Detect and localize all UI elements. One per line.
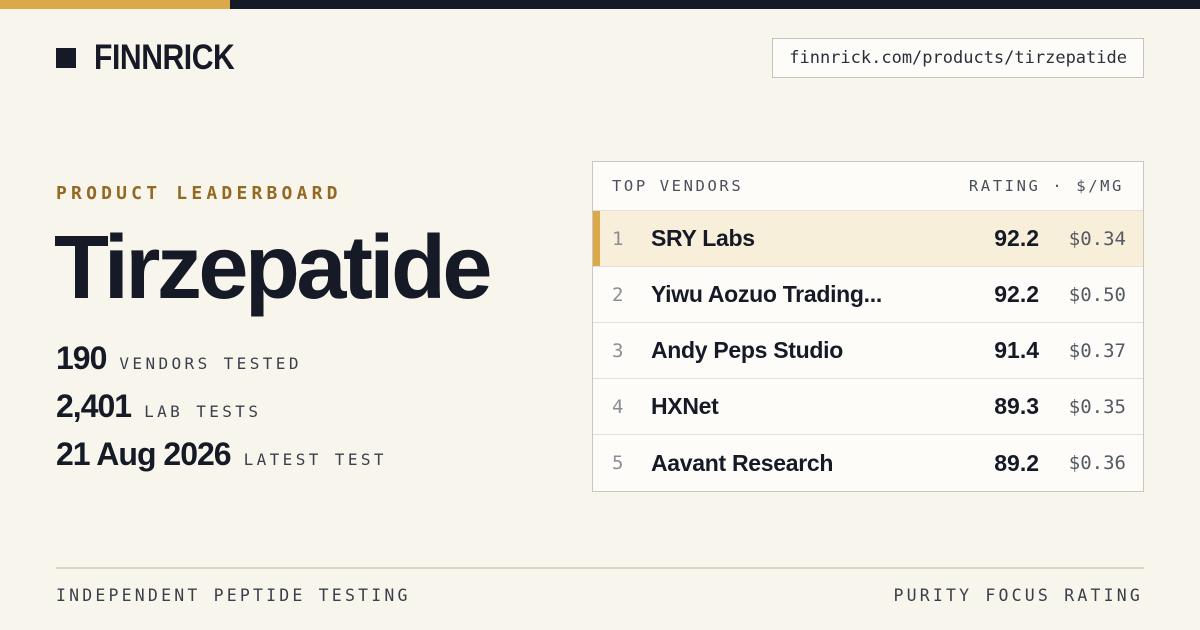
vendor-rating: 92.2	[994, 225, 1039, 251]
vendor-rating: 89.3	[994, 393, 1039, 419]
vendor-name[interactable]: HXNet	[651, 393, 959, 420]
stats-list: 190 VENDORS TESTED 2,401 LAB TESTS 21 Au…	[56, 340, 387, 484]
footer-divider	[56, 567, 1144, 569]
stat-label: LAB TESTS	[144, 402, 262, 421]
vendor-rating: 92.2	[994, 281, 1039, 307]
stat-vendors-tested: 190 VENDORS TESTED	[56, 340, 387, 388]
leaderboard-row[interactable]: 5 Aavant Research 89.2 $0.36	[593, 435, 1143, 491]
vendor-rank: 5	[612, 452, 624, 474]
top-accent-stripe	[0, 0, 230, 9]
stat-label: LATEST TEST	[243, 450, 387, 469]
brand-name: FINNRICK	[94, 38, 235, 77]
product-url[interactable]: finnrick.com/products/tirzepatide	[772, 38, 1144, 78]
footer-rating-type: PURITY FOCUS RATING	[893, 586, 1143, 605]
stat-value: 190	[56, 340, 107, 376]
brand-square-icon	[56, 48, 76, 68]
header-rating-price: RATING · $/MG	[968, 177, 1124, 195]
brand-logo[interactable]: FINNRICK	[56, 38, 257, 78]
vendor-rank: 1	[612, 227, 624, 250]
leaderboard-row[interactable]: 1 SRY Labs 92.2 $0.34	[593, 211, 1143, 267]
stat-latest-test: 21 Aug 2026 LATEST TEST	[56, 436, 387, 484]
leaderboard-row[interactable]: 3 Andy Peps Studio 91.4 $0.37	[593, 323, 1143, 379]
leaderboard-header: TOP VENDORS RATING · $/MG	[593, 162, 1143, 211]
footer-tagline: INDEPENDENT PEPTIDE TESTING	[56, 586, 411, 605]
header-top-vendors: TOP VENDORS	[612, 177, 744, 195]
stat-value: 2,401	[56, 388, 132, 424]
vendor-rank: 2	[612, 283, 624, 306]
section-kicker: PRODUCT LEADERBOARD	[56, 183, 342, 204]
vendor-price: $0.34	[1068, 227, 1126, 250]
vendor-leaderboard: TOP VENDORS RATING · $/MG 1 SRY Labs 92.…	[592, 161, 1144, 492]
leaderboard-row[interactable]: 2 Yiwu Aozuo Trading... 92.2 $0.50	[593, 267, 1143, 323]
vendor-rating: 91.4	[994, 337, 1039, 363]
highlight-bar	[593, 211, 600, 266]
vendor-price: $0.36	[1068, 452, 1126, 474]
vendor-name[interactable]: Andy Peps Studio	[651, 337, 959, 364]
vendor-price: $0.37	[1068, 339, 1126, 362]
stat-lab-tests: 2,401 LAB TESTS	[56, 388, 387, 436]
stat-label: VENDORS TESTED	[119, 354, 302, 373]
vendor-name[interactable]: Yiwu Aozuo Trading...	[651, 281, 959, 308]
vendor-price: $0.35	[1068, 395, 1126, 418]
vendor-rating: 89.2	[994, 449, 1039, 476]
vendor-name[interactable]: Aavant Research	[651, 450, 959, 477]
vendor-name[interactable]: SRY Labs	[651, 225, 959, 252]
vendor-rank: 4	[612, 395, 624, 418]
stat-value: 21 Aug 2026	[56, 436, 232, 472]
vendor-price: $0.50	[1068, 283, 1126, 306]
vendor-rank: 3	[612, 339, 624, 362]
page-title: Tirzepatide	[54, 218, 492, 318]
leaderboard-row[interactable]: 4 HXNet 89.3 $0.35	[593, 379, 1143, 435]
